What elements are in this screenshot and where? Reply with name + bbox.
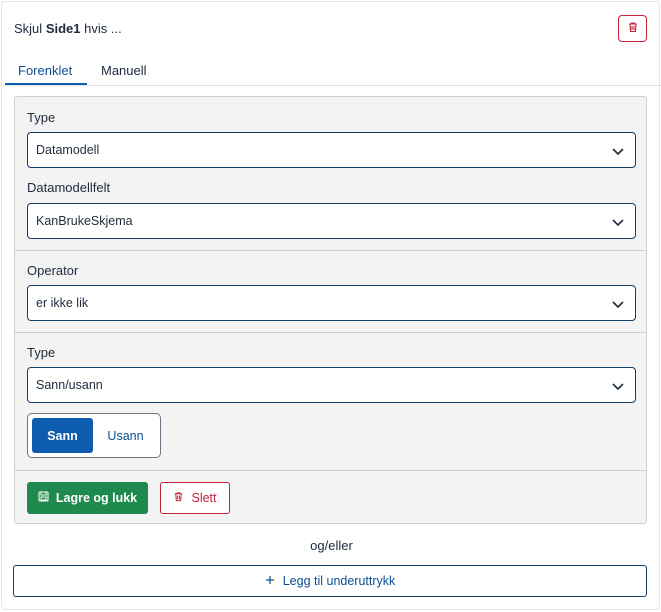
- trash-icon: [173, 491, 184, 505]
- value-type-label: Type: [27, 345, 56, 360]
- expression-panel: Skjul Side1 hvis ... Forenklet Manuell T…: [1, 1, 661, 610]
- section-divider: [15, 250, 646, 251]
- operator-select-value: er ikke lik: [36, 296, 89, 310]
- save-icon: [38, 491, 49, 505]
- delete-button[interactable]: Slett: [160, 482, 230, 514]
- and-or-label: og/eller: [310, 538, 353, 553]
- condition-editor: Type Datamodell Datamodellfelt KanBrukeS…: [14, 96, 647, 524]
- tab-manuell[interactable]: Manuell: [101, 63, 147, 78]
- chevron-down-icon: [611, 379, 625, 398]
- save-and-close-button[interactable]: Lagre og lukk: [27, 482, 148, 514]
- section-divider: [15, 470, 646, 471]
- datamodel-field-select[interactable]: KanBrukeSkjema: [27, 203, 636, 239]
- datamodel-field-value: KanBrukeSkjema: [36, 214, 133, 228]
- datamodel-field-label: Datamodellfelt: [27, 180, 111, 195]
- trash-icon: [627, 20, 639, 38]
- chevron-down-icon: [611, 297, 625, 316]
- chevron-down-icon: [611, 215, 625, 234]
- operator-select[interactable]: er ikke lik: [27, 285, 636, 321]
- delete-expression-button[interactable]: [618, 15, 647, 42]
- operator-label: Operator: [27, 263, 79, 278]
- type-select[interactable]: Datamodell: [27, 132, 636, 168]
- toggle-option-sann[interactable]: Sann: [32, 418, 93, 453]
- tab-forenklet[interactable]: Forenklet: [18, 63, 72, 78]
- active-tab-indicator: [5, 83, 87, 85]
- value-type-select-value: Sann/usann: [36, 378, 103, 392]
- mode-tabs: Forenklet Manuell: [2, 54, 661, 86]
- header-prefix: Skjul: [14, 21, 43, 36]
- add-subexpression-label: Legg til underuttrykk: [282, 574, 396, 588]
- type-select-value: Datamodell: [36, 143, 100, 157]
- delete-button-label: Slett: [191, 491, 217, 505]
- chevron-down-icon: [611, 144, 625, 163]
- plus-icon: [265, 574, 275, 588]
- toggle-option-usann[interactable]: Usann: [93, 418, 158, 453]
- boolean-toggle: Sann Usann: [27, 413, 161, 458]
- expression-header: Skjul Side1 hvis ...: [14, 21, 122, 36]
- header-page: Side1: [45, 21, 81, 36]
- section-divider: [15, 332, 646, 333]
- save-button-label: Lagre og lukk: [55, 491, 138, 505]
- add-subexpression-button[interactable]: Legg til underuttrykk: [13, 565, 647, 597]
- header-suffix: hvis ...: [84, 21, 122, 36]
- type-label: Type: [27, 110, 56, 125]
- value-type-select[interactable]: Sann/usann: [27, 367, 636, 403]
